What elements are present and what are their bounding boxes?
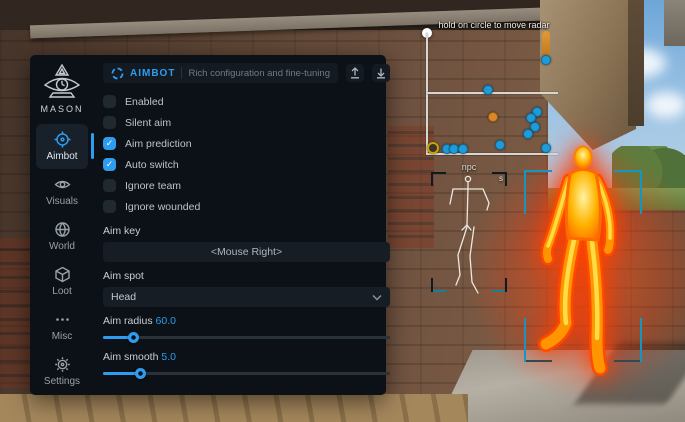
checkbox-row: Enabled	[103, 91, 390, 112]
eye-icon	[54, 176, 71, 193]
checkbox-label: Ignore wounded	[125, 201, 200, 213]
header-bar: AIMBOT Rich configuration and fine-tunin…	[103, 63, 338, 83]
cheat-window: MASON Aimbot Visuals World Loot	[30, 55, 386, 395]
aim-spot-value: Head	[111, 291, 136, 303]
red-bricks	[0, 238, 32, 388]
radar-dot-orange	[488, 112, 498, 122]
panel-title: AIMBOT	[130, 68, 175, 79]
silent-aim-checkbox[interactable]	[103, 116, 116, 129]
checkbox-row: Ignore team	[103, 175, 390, 196]
sidebar-item-label: Loot	[52, 286, 71, 297]
aim-radius-slider[interactable]	[103, 332, 390, 343]
brand-logo: MASON	[40, 63, 83, 114]
export-config-button[interactable]	[346, 64, 364, 82]
import-config-button[interactable]	[372, 64, 390, 82]
panel-header: AIMBOT Rich configuration and fine-tunin…	[103, 63, 390, 83]
checkbox-label: Silent aim	[125, 117, 171, 129]
radar-dot-blue	[541, 55, 551, 65]
esp-corner	[614, 170, 642, 214]
checkbox-label: Aim prediction	[125, 138, 192, 150]
skeleton-esp	[431, 172, 507, 294]
ignore-team-checkbox[interactable]	[103, 179, 116, 192]
radar-left-line	[426, 33, 428, 155]
sidebar-item-label: World	[49, 241, 75, 252]
slider-thumb[interactable]	[135, 368, 146, 379]
slider-thumb[interactable]	[128, 332, 139, 343]
slider-value: 60.0	[156, 315, 176, 327]
brand-name: MASON	[40, 104, 83, 114]
slider-track[interactable]	[103, 336, 390, 339]
stone-building-side	[628, 0, 644, 126]
radar-dot-yellow	[427, 142, 439, 154]
auto-switch-checkbox[interactable]	[103, 158, 116, 171]
sidebar-item-aimbot[interactable]: Aimbot	[36, 124, 88, 169]
globe-icon	[54, 221, 71, 238]
checkbox-row: Silent aim	[103, 112, 390, 133]
radar-dot-blue	[495, 140, 505, 150]
esp-corner	[524, 170, 552, 214]
esp-corner	[614, 318, 642, 362]
radar-dot-blue	[523, 129, 533, 139]
aim-smooth-slider[interactable]	[103, 368, 390, 379]
rock	[664, 0, 685, 46]
aim-spot-select[interactable]: Head	[103, 287, 390, 307]
enabled-checkbox[interactable]	[103, 95, 116, 108]
checkbox-list: Enabled Silent aim Aim prediction Auto s…	[103, 91, 390, 217]
aim-radius-label: Aim radius 60.0	[103, 315, 390, 327]
scope-ring-icon	[111, 67, 124, 80]
checkbox-row: Auto switch	[103, 154, 390, 175]
ellipsis-icon	[54, 311, 71, 328]
header-divider	[181, 67, 182, 79]
checkbox-row: Ignore wounded	[103, 196, 390, 217]
ignore-wounded-checkbox[interactable]	[103, 200, 116, 213]
download-icon	[375, 67, 387, 79]
checkbox-label: Enabled	[125, 96, 164, 108]
panel-subtitle: Rich configuration and fine-tuning	[188, 68, 330, 79]
wood-logs	[0, 394, 468, 422]
upload-icon	[349, 67, 361, 79]
sidebar-item-label: Settings	[44, 376, 80, 387]
checkbox-label: Auto switch	[125, 159, 179, 171]
panel-main: AIMBOT Rich configuration and fine-tunin…	[94, 55, 401, 395]
radar-marker-capsule	[542, 31, 550, 56]
cloud	[646, 92, 685, 118]
aim-smooth-label: Aim smooth 5.0	[103, 351, 390, 363]
slider-track[interactable]	[103, 372, 390, 375]
sidebar-item-settings[interactable]: Settings	[36, 349, 88, 394]
checkbox-row: Aim prediction	[103, 133, 390, 154]
sidebar-item-label: Aimbot	[46, 151, 77, 162]
sidebar-item-loot[interactable]: Loot	[36, 259, 88, 304]
slider-label: Aim smooth	[103, 351, 158, 363]
radar-hint-text: hold on circle to move radar	[425, 20, 563, 30]
checkbox-label: Ignore team	[125, 180, 181, 192]
sidebar-item-world[interactable]: World	[36, 214, 88, 259]
skeleton-esp-label: npc	[431, 162, 507, 172]
radar-dot-blue	[483, 85, 493, 95]
sidebar-item-misc[interactable]: Misc	[36, 304, 88, 349]
radar-dot-blue	[541, 143, 551, 153]
sidebar-item-label: Visuals	[46, 196, 78, 207]
aim-prediction-checkbox[interactable]	[103, 137, 116, 150]
sidebar-item-label: Misc	[52, 331, 73, 342]
cube-icon	[54, 266, 71, 283]
sidebar-item-visuals[interactable]: Visuals	[36, 169, 88, 214]
esp-corner	[524, 318, 552, 362]
aim-spot-label: Aim spot	[103, 270, 390, 282]
aim-key-button[interactable]: <Mouse Right>	[103, 242, 390, 262]
slider-value: 5.0	[161, 351, 176, 363]
gear-icon	[54, 356, 71, 373]
radar-dot-blue	[458, 144, 468, 154]
crosshair-icon	[54, 131, 71, 148]
aim-key-label: Aim key	[103, 225, 390, 237]
chevron-down-icon	[372, 294, 382, 301]
eye-pyramid-icon	[41, 63, 83, 101]
sidebar: MASON Aimbot Visuals World Loot	[30, 55, 94, 395]
slider-label: Aim radius	[103, 315, 153, 327]
